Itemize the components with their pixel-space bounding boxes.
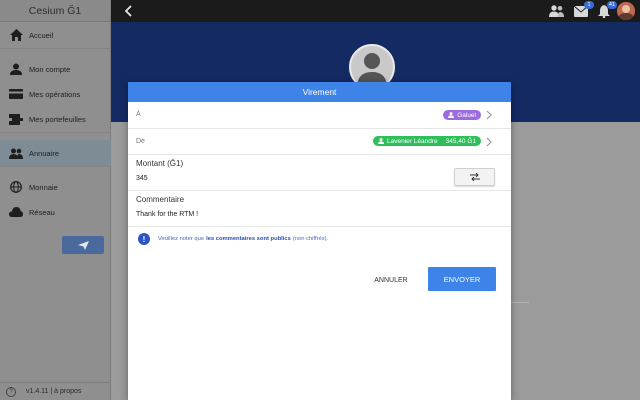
sidebar-item-reseau[interactable]: Réseau [0, 199, 111, 225]
sidebar: Cesium Ğ1 Accueil Mon compte Mes opérati… [0, 0, 111, 400]
person-icon [378, 138, 385, 144]
chevron-right-icon[interactable] [485, 137, 493, 147]
sidebar-item-annuaire[interactable]: Annuaire [0, 140, 111, 166]
person-icon [9, 62, 23, 76]
notice-text-3: (non chiffrés). [292, 236, 329, 242]
sidebar-item-mes-portefeuilles[interactable]: Mes portefeuilles [0, 106, 111, 132]
divider [0, 132, 111, 133]
user-avatar-icon [617, 2, 635, 20]
sender-row[interactable]: De Lavenier Léandre 345,40 Ğ1 [128, 129, 511, 155]
paper-plane-icon [77, 240, 89, 250]
divider [0, 166, 111, 167]
sidebar-item-label: Annuaire [29, 148, 60, 158]
comment-row[interactable]: Commentaire Thank for the RTM ! [128, 191, 511, 227]
messages-button[interactable]: 1 [573, 1, 594, 19]
divider [511, 302, 529, 303]
recipient-name: Galuel [457, 111, 476, 119]
sidebar-item-mes-operations[interactable]: Mes opérations [0, 81, 111, 107]
public-comment-notice: ! Veuillez noter que les commentaires so… [138, 231, 498, 247]
amount-label: Montant (Ğ1) [136, 159, 184, 168]
sidebar-item-accueil[interactable]: Accueil [0, 22, 111, 48]
sender-label: De [136, 138, 145, 145]
sidebar-item-mon-compte[interactable]: Mon compte [0, 56, 111, 82]
app-title: Cesium Ğ1 [0, 0, 110, 22]
sidebar-footer[interactable]: ? v1.4.11 | à propos [0, 382, 111, 400]
recipient-label: À [136, 111, 141, 118]
recipient-chip[interactable]: Galuel [443, 110, 481, 120]
notice-text-2: les commentaires sont publics [206, 236, 291, 242]
transfer-modal: Virement À Galuel De Lavenier Léandre 34… [128, 82, 511, 400]
modal-title: Virement [128, 82, 511, 102]
sender-balance: 345,40 Ğ1 [445, 137, 476, 145]
sidebar-item-label: Mon compte [29, 64, 71, 74]
comment-label: Commentaire [136, 195, 185, 204]
chevron-left-icon [124, 5, 132, 17]
notifications-button[interactable]: 41 [596, 1, 617, 19]
send-button[interactable]: ENVOYER [428, 267, 496, 291]
messages-badge: 1 [584, 1, 594, 9]
contacts-button[interactable] [548, 3, 564, 19]
people-icon [9, 146, 23, 160]
notice-text-1: Veuillez noter que [158, 236, 205, 242]
globe-icon [9, 180, 23, 194]
sender-chip[interactable]: Lavenier Léandre 345,40 Ğ1 [373, 136, 481, 146]
exclamation-icon: ! [138, 233, 150, 245]
comment-input[interactable]: Thank for the RTM ! [136, 211, 198, 218]
divider [0, 48, 111, 49]
sidebar-item-label: Monnaie [29, 182, 58, 192]
cloud-icon [9, 205, 23, 219]
avatar[interactable] [617, 2, 635, 20]
back-button[interactable] [120, 3, 136, 19]
people-icon [548, 5, 564, 17]
help-icon: ? [6, 386, 16, 397]
card-icon [9, 87, 23, 101]
sidebar-item-label: Accueil [29, 30, 54, 40]
cancel-button[interactable]: ANNULER [366, 269, 416, 291]
sidebar-item-monnaie[interactable]: Monnaie [0, 174, 111, 200]
wallets-icon [9, 112, 23, 126]
chevron-right-icon[interactable] [485, 110, 493, 120]
swap-unit-button[interactable] [454, 168, 495, 186]
swap-arrows-icon [469, 173, 480, 181]
sidebar-item-label: Mes opérations [29, 89, 81, 99]
person-icon [448, 112, 455, 118]
sidebar-item-label: Réseau [29, 207, 55, 217]
top-bar: 1 41 [111, 0, 640, 22]
sidebar-item-label: Mes portefeuilles [29, 114, 86, 124]
sender-name: Lavenier Léandre [387, 137, 438, 145]
send-money-button[interactable] [62, 236, 104, 254]
amount-input[interactable]: 345 [136, 175, 148, 182]
home-icon [9, 28, 23, 42]
recipient-row[interactable]: À Galuel [128, 102, 511, 129]
notifications-badge: 41 [606, 1, 617, 9]
version-label[interactable]: v1.4.11 | à propos [26, 388, 81, 395]
